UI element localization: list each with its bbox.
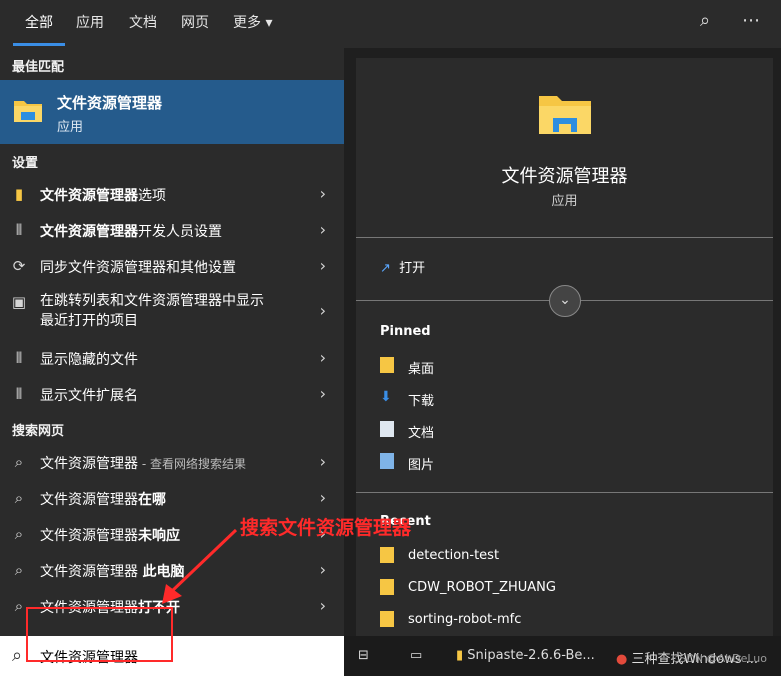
watermark: CSDN @AbDeLuo [671, 652, 767, 665]
annotation-arrow [162, 528, 238, 604]
annotation-text: 搜索文件资源管理器 [240, 517, 412, 539]
annotation-highlight-box [26, 607, 173, 662]
